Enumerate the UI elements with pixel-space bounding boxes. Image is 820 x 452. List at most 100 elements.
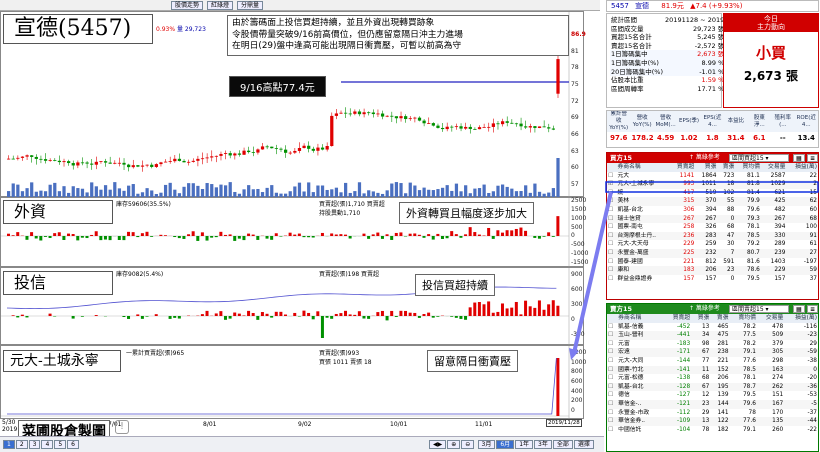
row-checkbox[interactable]: ☐ [607, 240, 616, 249]
scroll-left-icon[interactable]: ◀▶ [429, 440, 447, 449]
period-select-button[interactable]: 選擇 [573, 440, 594, 449]
candle-body [556, 59, 560, 94]
flow-bar [519, 314, 523, 316]
row-checkbox[interactable]: ☐ [607, 417, 617, 426]
row-checkbox[interactable]: ☐ [607, 275, 616, 284]
broker-row[interactable]: ☐ 德信 -127 12 139 79.5 151 -53 [607, 391, 818, 400]
broker-row[interactable]: ☐ 美林 315 370 55 79.9 425 62 [607, 197, 818, 206]
grid-icon[interactable]: ▦ [793, 305, 805, 313]
sell-range-select[interactable]: 區間賣超15 ▾ [729, 305, 789, 313]
tab-traffic-light[interactable]: 紅綠燈 [206, 1, 234, 10]
broker-row[interactable]: ☐ 宏遠 -171 67 238 79.1 305 -59 [607, 348, 818, 357]
candle-body [145, 164, 149, 166]
broker-value: 425 [774, 198, 786, 205]
tab-price-trend[interactable]: 股價走勢 [170, 1, 204, 10]
x-label-3: 9/02 [298, 421, 312, 428]
period-1y-button[interactable]: 1年 [515, 440, 534, 449]
candle-body [487, 126, 491, 128]
broker-row[interactable]: ☐ 群益金鼎證券 157 157 0 79.5 157 37 [607, 275, 818, 284]
period-3y-button[interactable]: 3年 [534, 440, 552, 449]
flow-bar [320, 232, 324, 236]
volume-bar [500, 184, 505, 198]
row-checkbox[interactable]: ☐ [607, 266, 616, 275]
page-6-button[interactable]: 6 [67, 440, 79, 449]
zoom-in-icon[interactable]: ⊕ [447, 440, 461, 449]
list-icon[interactable]: ≡ [807, 154, 819, 162]
flow-bar [330, 233, 334, 236]
row-checkbox[interactable]: ☐ [607, 331, 617, 340]
broker-row[interactable]: ☐ 統一 417 519 102 81.4 621 15 [607, 189, 818, 198]
column-header: 交易量 [756, 314, 785, 323]
broker-row[interactable]: ☐ 元大 1141 1864 723 81.1 2587 22 [607, 172, 818, 181]
row-checkbox[interactable]: ☐ [607, 374, 617, 383]
flow-bar [127, 231, 131, 236]
row-checkbox[interactable]: ☐ [607, 366, 617, 375]
flow-bar [145, 231, 149, 236]
fund-value-row: 97.6178.284.59 1.02 1.8 31.4 6.1 -- 13.4 [607, 132, 818, 145]
row-checkbox[interactable]: ☐ [607, 323, 617, 332]
broker-row[interactable]: ☐ 永豐金-萬盛 225 232 7 80.7 239 27 [607, 248, 818, 258]
stats-value: -2,572 張 [694, 41, 725, 50]
grid-icon[interactable]: ▦ [793, 154, 805, 162]
broker-row[interactable]: ☐ 凱基-台北 -128 67 195 78.7 262 -36 [607, 382, 818, 392]
broker-row[interactable]: ☐ 元富 -183 98 281 78.2 379 29 [607, 340, 818, 349]
broker-row[interactable]: ☐ 國票-南屯 258 326 68 78.1 394 100 [607, 223, 818, 232]
row-checkbox[interactable]: ☐ [607, 223, 616, 232]
broker-row[interactable]: ☐ 康和 183 206 23 78.6 229 59 [607, 266, 818, 275]
row-checkbox[interactable]: ☐ [607, 409, 617, 418]
candle-body [537, 126, 542, 128]
page-4-button[interactable]: 4 [41, 440, 54, 449]
broker-value: 258 [683, 224, 695, 231]
broker-row[interactable]: ☐ 元富-松德 -138 68 206 78.1 274 -20 [607, 374, 818, 383]
broker-row[interactable]: ☐ 國票-竹北 -141 11 152 78.5 163 0 [607, 365, 818, 375]
row-checkbox[interactable]: ☐ [607, 348, 617, 357]
period-3m-button[interactable]: 3月 [477, 440, 496, 449]
broker-row[interactable]: ☐ 凱基-信義 -452 13 465 78.2 478 -116 [607, 323, 818, 332]
broker-row[interactable]: ☑ 元大-土城永寧 993 1011 18 81.8 1029 2 [607, 180, 818, 189]
broker-row[interactable]: ☐ 華信金-.. -121 23 144 79.6 167 -5 [607, 399, 818, 409]
broker-row[interactable]: ☐ 元大-大天母 229 259 30 79.2 289 61 [607, 240, 818, 249]
tab-volume[interactable]: 分鼎量 [236, 1, 264, 10]
row-checkbox[interactable]: ☐ [607, 249, 616, 258]
row-checkbox[interactable]: ☐ [607, 391, 617, 400]
broker-row[interactable]: ☐ 永豐金-市政 -112 29 141 78 170 -37 [607, 409, 818, 418]
broker-row[interactable]: ☐ 瑞士信貸 267 267 0 79.3 267 68 [607, 214, 818, 224]
broker-row[interactable]: ☐ 中國信託 -104 78 182 79.1 260 -22 [607, 426, 818, 435]
row-checkbox[interactable]: ☑ [607, 180, 616, 189]
buy-range-select[interactable]: 區間買超15 ▾ [729, 154, 789, 162]
broker-row[interactable]: ☐ 台灣摩根士丹.. 236 283 47 78.5 330 91 [607, 231, 818, 241]
row-checkbox[interactable]: ☐ [607, 340, 617, 349]
row-checkbox[interactable]: ☐ [607, 426, 617, 435]
period-6m-button[interactable]: 6月 [496, 440, 515, 449]
broker-value: 0 [813, 366, 817, 373]
page-3-button[interactable]: 3 [28, 440, 41, 449]
page-2-button[interactable]: 2 [15, 440, 28, 449]
row-checkbox[interactable]: ☐ [607, 400, 617, 409]
row-checkbox[interactable]: ☐ [607, 258, 616, 267]
broker-row[interactable]: ☐ 玉山-營利 -441 34 475 77.5 509 -23 [607, 331, 818, 340]
broker-row[interactable]: ☐ 國泰-建國 221 812 591 81.6 1403 -197 [607, 258, 818, 267]
row-checkbox[interactable]: ☐ [607, 357, 617, 366]
row-checkbox[interactable]: ☐ [607, 206, 616, 215]
stock-name[interactable]: 宣德 [635, 2, 649, 10]
candle-body [39, 158, 43, 160]
row-checkbox[interactable]: ☐ [607, 232, 616, 241]
row-checkbox[interactable]: ☐ [607, 189, 616, 198]
list-icon[interactable]: ≡ [807, 305, 819, 313]
row-checkbox[interactable]: ☐ [607, 172, 616, 181]
broker-row[interactable]: ☐ 元大-大同 -144 77 221 77.6 298 -38 [607, 357, 818, 366]
volume-label: 量 29,723 [176, 26, 206, 33]
row-checkbox[interactable]: ☐ [607, 197, 616, 206]
period-all-button[interactable]: 全部 [552, 440, 573, 449]
zoom-out-icon[interactable]: ⊖ [461, 440, 475, 449]
broker-value: -138 [677, 375, 691, 382]
column-header: 賣張 [710, 314, 730, 323]
page-1-button[interactable]: 1 [3, 440, 15, 449]
broker-row[interactable]: ☐ 華信金券.. -109 13 122 77.6 135 -44 [607, 417, 818, 426]
high-price-annotation: 9/16高點77.4元 [229, 76, 326, 97]
row-checkbox[interactable]: ☐ [607, 215, 616, 224]
broker-value: 22 [809, 172, 817, 179]
broker-row[interactable]: ☐ 凱基-台北 306 394 88 79.6 482 60 [607, 206, 818, 215]
row-checkbox[interactable]: ☐ [607, 383, 617, 392]
page-5-button[interactable]: 5 [54, 440, 67, 449]
